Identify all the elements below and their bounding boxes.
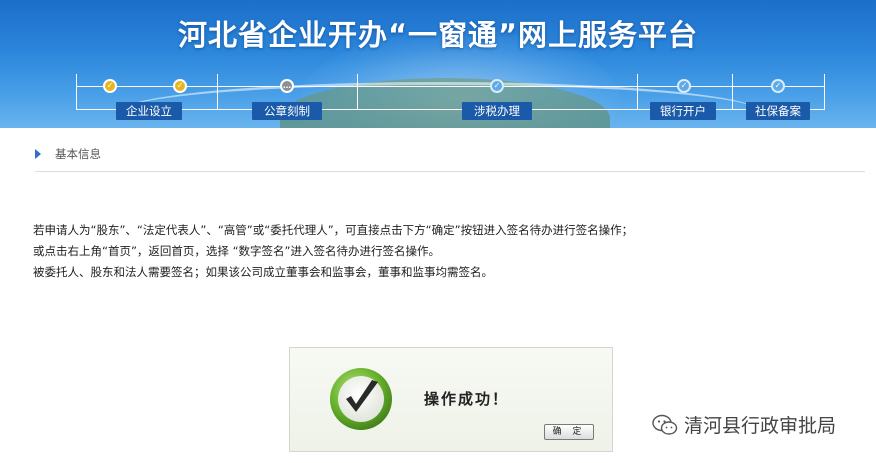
confirm-button[interactable]: 确 定 <box>544 424 594 440</box>
section-title: 基本信息 <box>55 147 101 161</box>
step-node-pending: ✓ <box>771 79 785 93</box>
instruction-line: 或点击右上角“首页”，返回首页，选择 “数字签名”进入签名待办进行签名操作。 <box>33 244 440 258</box>
progress-base-line <box>716 109 746 110</box>
section-divider <box>35 171 865 172</box>
progress-divider <box>357 74 358 110</box>
instruction-line: 若申请人为“股东”、“法定代表人”、“高管”或“委托代理人”，可直接点击下方“确… <box>33 223 634 237</box>
header-banner: 河北省企业开办“一窗通”网上服务平台 ✓ ✓ … ✓ ✓ ✓ 企业设立 公章刻制… <box>0 0 876 128</box>
stage-tab-company-setup[interactable]: 企业设立 <box>116 102 182 120</box>
progress-divider <box>824 74 825 110</box>
watermark-text: 清河县行政审批局 <box>684 415 837 437</box>
wechat-icon <box>652 414 678 435</box>
progress-base-line <box>76 109 116 110</box>
section-header: 基本信息 <box>35 145 101 163</box>
step-node-pending: ✓ <box>677 79 691 93</box>
success-check-icon <box>328 366 394 432</box>
stage-tab-tax-handling[interactable]: 涉税办理 <box>462 102 532 120</box>
progress-divider <box>217 74 218 110</box>
stage-tab-seal-engraving[interactable]: 公章刻制 <box>252 102 322 120</box>
progress-base-line <box>532 109 650 110</box>
progress-divider <box>732 74 733 110</box>
dialog-message: 操作成功！ <box>424 390 510 408</box>
page-title: 河北省企业开办“一窗通”网上服务平台 <box>177 18 699 52</box>
section-marker-icon <box>35 149 41 159</box>
step-node-current: … <box>280 79 294 93</box>
stage-tab-bank-account[interactable]: 银行开户 <box>650 102 716 120</box>
instruction-line: 被委托人、股东和法人需要签名；如果该公司成立董事会和监事会，董事和监事均需签名。 <box>33 265 493 279</box>
progress-line <box>76 86 824 87</box>
instruction-text: 若申请人为“股东”、“法定代表人”、“高管”或“委托代理人”，可直接点击下方“确… <box>33 220 853 283</box>
progress-divider <box>76 74 77 110</box>
step-node-done: ✓ <box>173 79 187 93</box>
stage-tab-social-security[interactable]: 社保备案 <box>746 102 810 120</box>
watermark: 清河县行政审批局 <box>652 411 836 438</box>
progress-base-line <box>810 109 824 110</box>
step-node-pending: ✓ <box>490 79 504 93</box>
progress-base-line <box>322 109 462 110</box>
success-dialog: 操作成功！ 确 定 <box>289 347 613 452</box>
progress-base-line <box>182 109 252 110</box>
step-node-done: ✓ <box>103 79 117 93</box>
progress-divider <box>637 74 638 110</box>
